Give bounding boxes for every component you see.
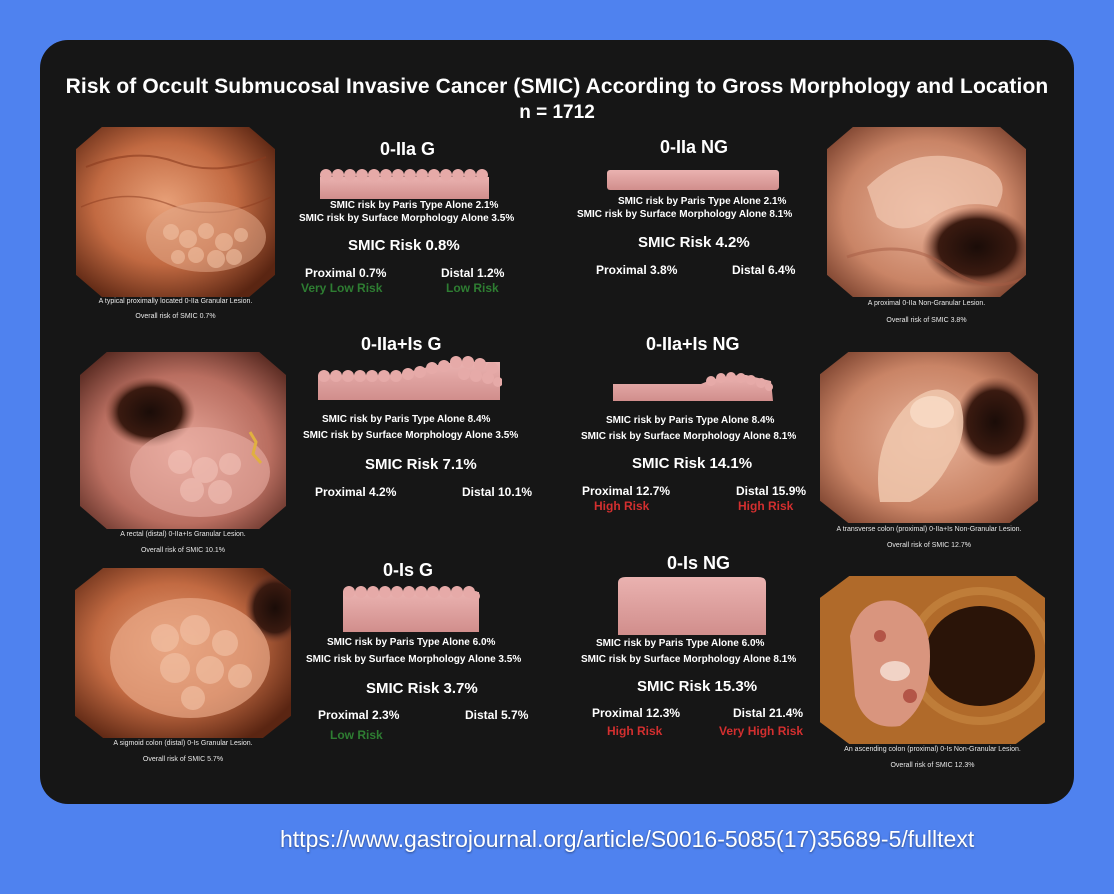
photo-caption-risk: Overall risk of SMIC 0.7% [135,313,216,320]
surface-risk: SMIC risk by Surface Morphology Alone 8.… [577,209,793,220]
surface-risk: SMIC risk by Surface Morphology Alone 3.… [299,213,515,224]
proximal-risk: Proximal 12.7% [582,484,671,498]
smic-risk: SMIC Risk 7.1% [365,456,477,473]
distal-risk: Distal 10.1% [462,485,533,499]
panel-title: 0-IIa G [380,139,436,159]
distal-risk: Distal 1.2% [441,266,505,280]
distal-risk: Distal 5.7% [465,708,529,722]
panel-title: 0-Is G [383,560,434,580]
lesion-diagram-is-g [343,586,480,632]
surface-risk: SMIC risk by Surface Morphology Alone 8.… [581,654,797,665]
distal-grade: High Risk [738,499,794,513]
smic-risk: SMIC Risk 3.7% [366,680,478,697]
photo-caption: An ascending colon (proximal) 0-Is Non-G… [844,746,1021,753]
proximal-risk: Proximal 2.3% [318,708,400,722]
lesion-diagram-is-ng [618,577,766,635]
surface-risk: SMIC risk by Surface Morphology Alone 8.… [581,431,797,442]
lesion-diagram-iiais-ng [613,372,773,401]
endoscopy-photo-iiais-g [80,352,286,529]
proximal-risk: Proximal 3.8% [596,263,678,277]
source-url: https://www.gastrojournal.org/article/S0… [280,826,975,852]
lesion-diagram-iia-ng [607,170,779,190]
proximal-risk: Proximal 12.3% [592,706,681,720]
photo-caption-risk: Overall risk of SMIC 12.7% [886,542,972,549]
photo-caption: A rectal (distal) 0-IIa+Is Granular Lesi… [120,531,246,538]
lesion-diagram-iiais-g [318,356,502,400]
photo-caption: A transverse colon (proximal) 0-IIa+Is N… [836,526,1022,533]
smic-risk: SMIC Risk 0.8% [348,237,460,254]
endoscopy-photo-is-ng [820,576,1045,744]
photo-caption: A typical proximally located 0-IIa Granu… [98,298,253,305]
distal-risk: Distal 15.9% [736,484,807,498]
paris-risk: SMIC risk by Paris Type Alone 8.4% [606,415,775,426]
page-title: Risk of Occult Submucosal Invasive Cance… [65,75,1049,98]
endoscopy-photo-is-g [75,568,291,738]
infographic-card: Risk of Occult Submucosal Invasive Cance… [40,40,1074,804]
endoscopy-photo-iiais-ng [820,352,1038,523]
panel-title: 0-IIa+Is NG [646,334,740,354]
endoscopy-photo-iia-ng [827,127,1026,297]
distal-risk: Distal 6.4% [732,263,796,277]
paris-risk: SMIC risk by Paris Type Alone 2.1% [618,196,787,207]
smic-risk: SMIC Risk 4.2% [638,234,750,251]
paris-risk: SMIC risk by Paris Type Alone 8.4% [322,414,491,425]
photo-caption-risk: Overall risk of SMIC 3.8% [886,317,967,324]
panel-title: 0-IIa+Is G [361,334,442,354]
proximal-grade: High Risk [607,724,663,738]
endoscopy-photo-iia-g [76,127,275,297]
photo-caption-risk: Overall risk of SMIC 12.3% [890,762,975,769]
panel-title: 0-IIa NG [660,137,729,157]
proximal-grade: Very Low Risk [301,281,383,295]
panel-title: 0-Is NG [667,553,731,573]
photo-caption-risk: Overall risk of SMIC 10.1% [140,547,226,554]
paris-risk: SMIC risk by Paris Type Alone 2.1% [330,200,499,211]
smic-risk: SMIC Risk 15.3% [637,678,758,695]
smic-risk: SMIC Risk 14.1% [632,455,753,472]
paris-risk: SMIC risk by Paris Type Alone 6.0% [327,637,496,648]
proximal-risk: Proximal 4.2% [315,485,397,499]
distal-grade: Low Risk [446,281,499,295]
sample-size: n = 1712 [519,102,595,123]
surface-risk: SMIC risk by Surface Morphology Alone 3.… [306,654,522,665]
photo-caption-risk: Overall risk of SMIC 5.7% [142,756,224,763]
surface-risk: SMIC risk by Surface Morphology Alone 3.… [303,430,519,441]
photo-caption: A sigmoid colon (distal) 0-Is Granular L… [113,740,253,747]
proximal-risk: Proximal 0.7% [305,266,387,280]
distal-grade: Very High Risk [719,724,804,738]
lesion-diagram-iia-g [320,169,489,199]
proximal-grade: Low Risk [330,728,383,742]
photo-caption: A proximal 0-IIa Non-Granular Lesion. [867,300,986,307]
paris-risk: SMIC risk by Paris Type Alone 6.0% [596,638,765,649]
proximal-grade: High Risk [594,499,650,513]
distal-risk: Distal 21.4% [733,706,804,720]
